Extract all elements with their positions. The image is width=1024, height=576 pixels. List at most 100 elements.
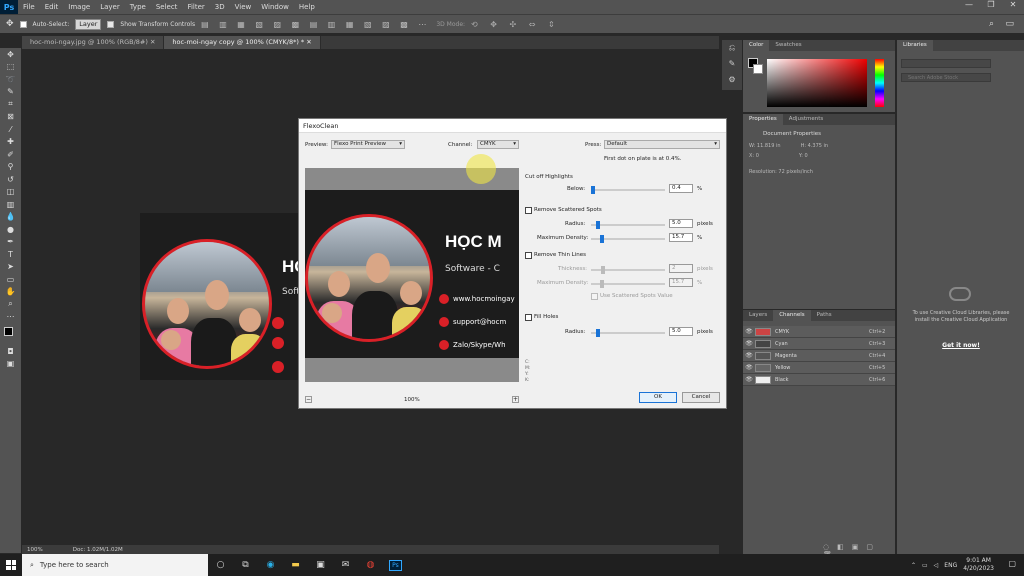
menu-help[interactable]: Help <box>294 3 320 11</box>
auto-select-dropdown[interactable]: Layer <box>75 18 102 30</box>
brushes-icon[interactable]: ✎ <box>722 56 742 72</box>
taskbar-search[interactable]: ⌕ Type here to search <box>22 554 208 576</box>
below-slider[interactable] <box>591 186 665 194</box>
hue-slider[interactable] <box>875 59 884 107</box>
stamp-tool-icon[interactable]: ⚲ <box>0 161 21 174</box>
visibility-icon[interactable]: 👁 <box>743 352 755 359</box>
menu-filter[interactable]: Filter <box>182 3 209 11</box>
tab-paths[interactable]: Paths <box>811 310 838 321</box>
tab-hoc-moi-ngay-copy[interactable]: hoc-moi-ngay copy @ 100% (CMYK/8*) * ✕ <box>164 36 321 49</box>
tab-channels[interactable]: Channels <box>773 310 811 321</box>
visibility-icon[interactable]: 👁 <box>743 328 755 335</box>
gradient-tool-icon[interactable]: ▥ <box>0 198 21 211</box>
store-icon[interactable]: ▣ <box>308 554 333 576</box>
language-indicator[interactable]: ENG <box>944 562 957 569</box>
mail-icon[interactable]: ✉ <box>333 554 358 576</box>
slider-knob[interactable] <box>596 329 600 337</box>
close-icon[interactable]: ✕ <box>306 38 311 46</box>
channel-row[interactable]: 👁 Yellow Ctrl+5 <box>743 362 895 374</box>
foreground-background-icon[interactable] <box>0 323 21 345</box>
search-icon[interactable]: ⌕ <box>989 19 994 29</box>
minimize-button[interactable]: — <box>958 0 980 9</box>
network-icon[interactable]: ▭ <box>922 562 928 569</box>
get-it-now-link[interactable]: Get it now! <box>911 342 1011 349</box>
pen-tool-icon[interactable]: ✒ <box>0 236 21 249</box>
clock[interactable]: 9:01 AM 4/20/2023 <box>963 557 994 573</box>
close-icon[interactable]: ✕ <box>150 38 155 46</box>
visibility-icon[interactable]: 👁 <box>743 364 755 371</box>
chrome-icon[interactable]: ◍ <box>358 554 383 576</box>
menu-view[interactable]: View <box>230 3 257 11</box>
rectangle-tool-icon[interactable]: ▭ <box>0 273 21 286</box>
menu-type[interactable]: Type <box>125 3 151 11</box>
auto-select-checkbox[interactable] <box>19 20 27 28</box>
edge-icon[interactable]: ◉ <box>258 554 283 576</box>
3d-mode-icons[interactable]: ⟲ ✥ ✣ ⇔ ⇕ <box>471 20 560 29</box>
y-value[interactable]: Y: 0 <box>799 153 808 159</box>
below-input[interactable]: 0.4 <box>669 184 693 193</box>
fill-radius-slider[interactable] <box>591 329 665 337</box>
more-tools-icon[interactable]: ⋯ <box>0 311 21 324</box>
tab-layers[interactable]: Layers <box>743 310 773 321</box>
preview-dropdown[interactable]: Flexo Print Preview ▾ <box>331 140 405 149</box>
menu-edit[interactable]: Edit <box>40 3 64 11</box>
color-field[interactable] <box>767 59 867 107</box>
healing-tool-icon[interactable]: ✚ <box>0 136 21 149</box>
bg-color-swatch[interactable] <box>753 64 763 74</box>
volume-icon[interactable]: ◁ <box>934 562 939 569</box>
library-search[interactable]: Search Adobe Stock <box>901 73 991 82</box>
photoshop-taskbar-icon[interactable]: Ps <box>383 554 408 576</box>
visibility-icon[interactable]: 👁 <box>743 340 755 347</box>
thin-density-slider[interactable] <box>591 280 665 288</box>
remove-thin-lines-checkbox[interactable] <box>525 252 532 259</box>
chevron-up-icon[interactable]: ⌃ <box>911 562 916 569</box>
notifications-icon[interactable]: ▢ <box>1008 559 1016 568</box>
library-dropdown[interactable] <box>901 59 991 68</box>
zoom-in-button[interactable]: + <box>512 396 519 403</box>
channel-row[interactable]: 👁 Black Ctrl+6 <box>743 374 895 386</box>
hand-tool-icon[interactable]: ✋ <box>0 286 21 299</box>
frame-tool-icon[interactable]: ⊠ <box>0 111 21 124</box>
move-tool-icon[interactable]: ✥ <box>6 19 14 29</box>
menu-window[interactable]: Window <box>256 3 294 11</box>
thickness-slider[interactable] <box>591 266 665 274</box>
thickness-input[interactable]: 2 <box>669 264 693 273</box>
slider-knob[interactable] <box>600 280 604 288</box>
tab-libraries[interactable]: Libraries <box>897 40 933 51</box>
fill-radius-input[interactable]: 5.0 <box>669 327 693 336</box>
remove-scattered-checkbox[interactable] <box>525 207 532 214</box>
zoom-tool-icon[interactable]: ⌕ <box>0 298 21 311</box>
move-tool-icon[interactable]: ✥ <box>0 48 21 61</box>
menu-select[interactable]: Select <box>151 3 183 11</box>
channel-row[interactable]: 👁 Cyan Ctrl+3 <box>743 338 895 350</box>
radius-input[interactable]: 5.0 <box>669 219 693 228</box>
path-select-tool-icon[interactable]: ➤ <box>0 261 21 274</box>
tool-presets-icon[interactable]: ⚙ <box>722 72 742 88</box>
menu-file[interactable]: File <box>18 3 40 11</box>
menu-3d[interactable]: 3D <box>210 3 230 11</box>
tab-swatches[interactable]: Swatches <box>769 40 807 51</box>
history-brush-icon[interactable]: ↺ <box>0 173 21 186</box>
quick-mask-icon[interactable]: ◘ <box>0 345 21 358</box>
x-value[interactable]: X: 0 <box>749 153 759 159</box>
eraser-tool-icon[interactable]: ◫ <box>0 186 21 199</box>
history-icon[interactable]: ⎌ <box>722 40 742 56</box>
height-value[interactable]: H: 4.375 in <box>801 143 829 149</box>
slider-knob[interactable] <box>600 235 604 243</box>
preview-pane[interactable]: HỌC M Software - C www.hocmoingay suppor… <box>305 168 519 382</box>
radius-slider[interactable] <box>591 221 665 229</box>
menu-image[interactable]: Image <box>63 3 95 11</box>
slider-knob[interactable] <box>591 186 595 194</box>
menu-layer[interactable]: Layer <box>95 3 125 11</box>
quick-select-tool-icon[interactable]: ✎ <box>0 86 21 99</box>
dodge-tool-icon[interactable]: ● <box>0 223 21 236</box>
channel-dropdown[interactable]: CMYK ▾ <box>477 140 519 149</box>
slider-knob[interactable] <box>596 221 600 229</box>
workspace-icon[interactable]: ▭ <box>1005 19 1014 29</box>
cortana-icon[interactable]: ○ <box>208 554 233 576</box>
transform-controls-checkbox[interactable] <box>107 20 115 28</box>
type-tool-icon[interactable]: T <box>0 248 21 261</box>
fill-holes-checkbox[interactable] <box>525 314 532 321</box>
tab-adjustments[interactable]: Adjustments <box>783 114 829 125</box>
width-value[interactable]: W: 11.819 in <box>749 143 781 149</box>
